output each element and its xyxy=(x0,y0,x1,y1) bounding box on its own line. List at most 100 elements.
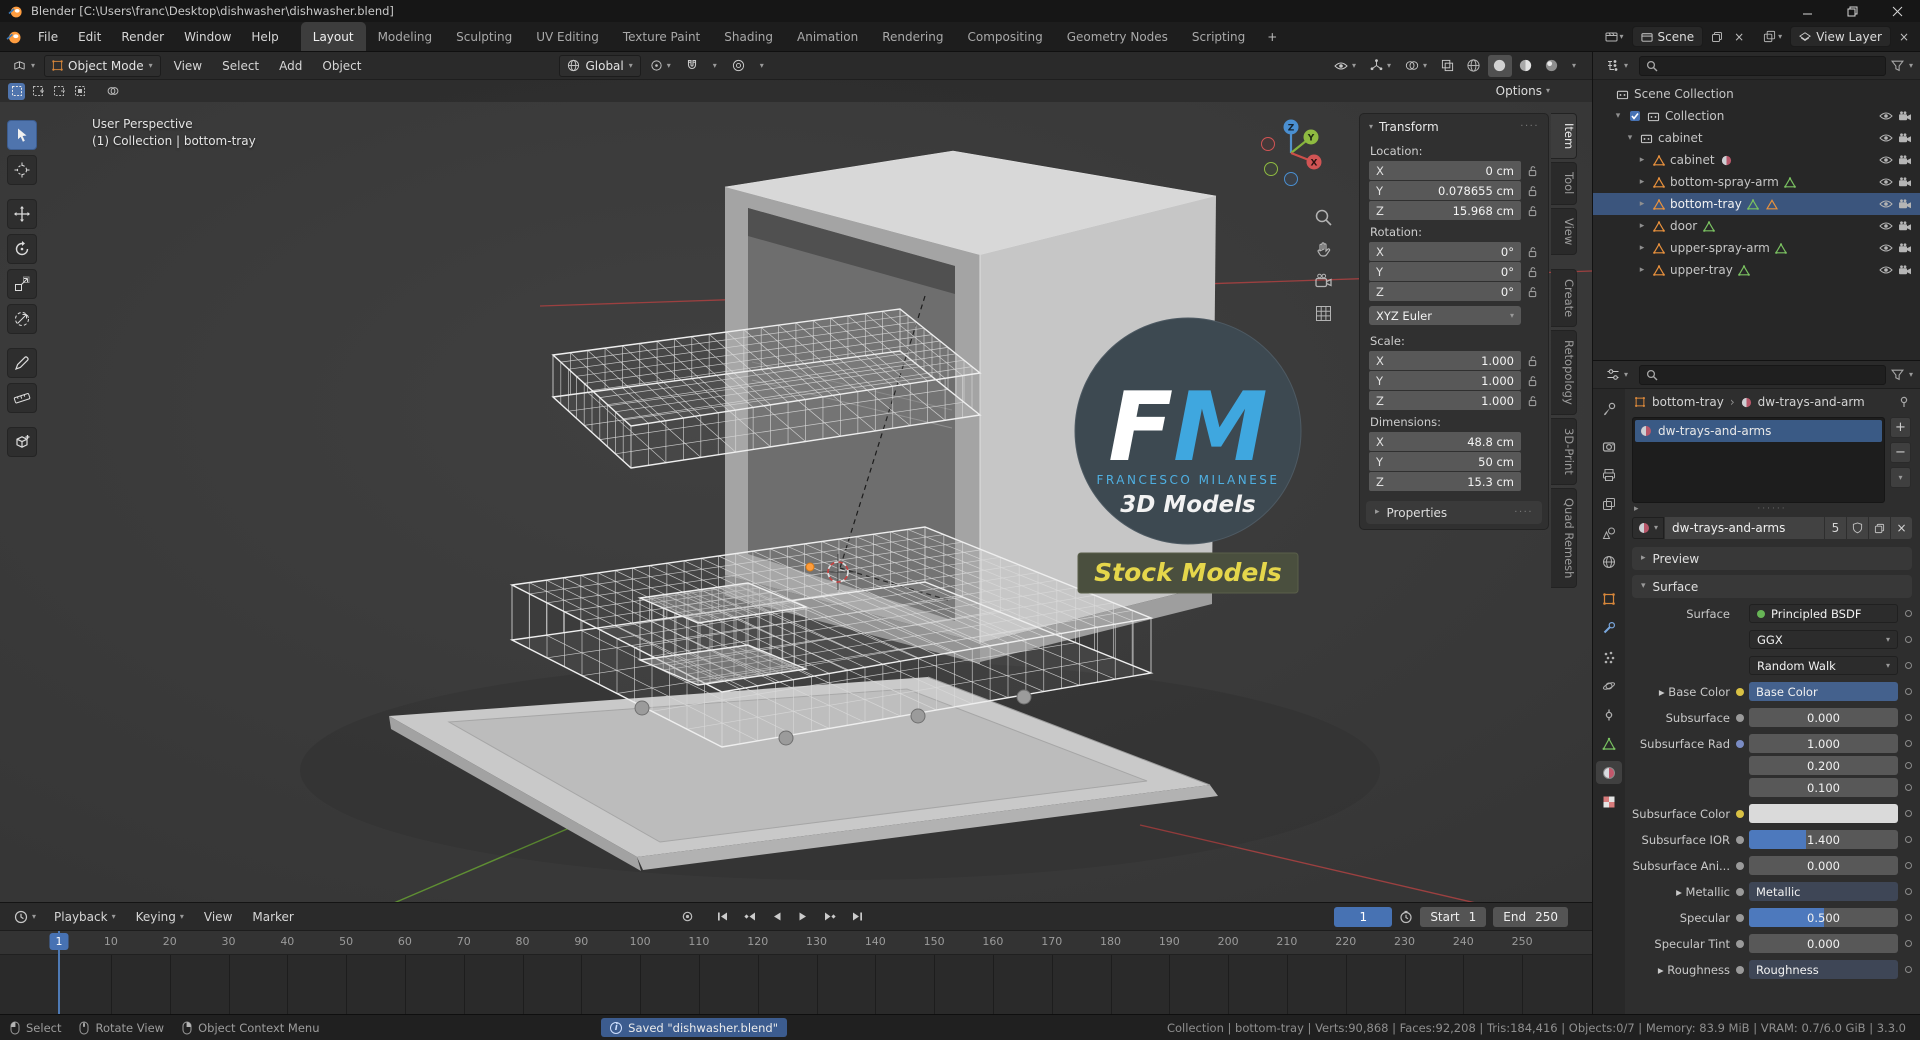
prop-dropdown[interactable]: GGX ▾ xyxy=(1749,630,1898,649)
dimension-number-field[interactable]: Z 15.3 cm xyxy=(1369,472,1521,491)
tool-select-box[interactable] xyxy=(7,120,37,150)
viewport-canvas[interactable]: FM FRANCESCO MILANESE 3D Models Stock Mo… xyxy=(0,80,1592,902)
prop-number-field[interactable]: 1.000 xyxy=(1749,734,1898,753)
play-reverse-button[interactable] xyxy=(765,907,789,927)
timeline-menu-item[interactable]: Marker▾ xyxy=(242,903,303,930)
fake-user-shield-icon[interactable] xyxy=(1847,517,1868,539)
prop-number-field[interactable]: 0.100 xyxy=(1749,778,1898,797)
playhead-badge[interactable]: 1 xyxy=(49,933,69,950)
filter-icon[interactable] xyxy=(1890,59,1904,72)
remove-view-layer-button[interactable]: × xyxy=(1896,30,1912,44)
sidebar-tab[interactable]: Retopology xyxy=(1551,330,1577,415)
toggle-perspective-grid-icon[interactable] xyxy=(1314,304,1333,323)
location-number-field[interactable]: Z 15.968 cm xyxy=(1369,201,1521,220)
object-data-tab-icon[interactable] xyxy=(1596,732,1622,755)
browse-scene-button[interactable]: ▾ xyxy=(1602,30,1627,43)
disable-in-renders-icon[interactable] xyxy=(1897,242,1912,254)
animate-dot[interactable] xyxy=(1905,966,1912,973)
workspace-tab[interactable]: Animation xyxy=(785,22,870,51)
workspace-tab[interactable]: Layout xyxy=(300,22,366,51)
dimension-number-field[interactable]: Y 50 cm xyxy=(1369,452,1521,471)
restore-button[interactable] xyxy=(1830,0,1875,22)
view-layer-selector[interactable]: View Layer xyxy=(1790,26,1891,47)
sidebar-tab[interactable]: Create xyxy=(1551,268,1577,328)
animate-dot[interactable] xyxy=(1905,610,1912,617)
rotation-mode-dropdown[interactable]: XYZ Euler ▾ xyxy=(1369,306,1521,325)
close-button[interactable] xyxy=(1875,0,1920,22)
rotation-number-field[interactable]: Z 0° xyxy=(1369,282,1521,301)
frame-start-field[interactable]: Start 1 xyxy=(1420,906,1487,927)
prop-number-field[interactable]: 0.200 xyxy=(1749,756,1898,775)
outliner-row[interactable]: ▸ bottom-tray xyxy=(1593,193,1920,215)
properties-panel-collapsed[interactable]: ▸ Properties ···· xyxy=(1366,501,1542,524)
scale-number-field[interactable]: Z 1.000 xyxy=(1369,391,1521,410)
slot-list-grip[interactable]: ▸ ······ xyxy=(1632,503,1912,515)
pan-hand-icon[interactable] xyxy=(1314,240,1333,259)
hide-in-viewport-icon[interactable] xyxy=(1878,221,1893,231)
location-number-field[interactable]: Y 0.078655 cm xyxy=(1369,181,1521,200)
select-mode-extend-icon[interactable] xyxy=(29,83,46,100)
outliner-editor-type-button[interactable]: ▾ xyxy=(1600,55,1634,77)
prop-slider[interactable]: 0.500 xyxy=(1749,908,1898,927)
tool-rotate[interactable] xyxy=(7,234,37,264)
camera-view-icon[interactable] xyxy=(1314,272,1333,291)
workspace-tab[interactable]: Compositing xyxy=(955,22,1054,51)
new-scene-button[interactable] xyxy=(1708,31,1726,43)
properties-options-caret[interactable]: ▾ xyxy=(1909,370,1913,379)
animate-dot[interactable] xyxy=(1905,636,1912,643)
lock-icon[interactable] xyxy=(1527,266,1538,278)
lock-icon[interactable] xyxy=(1527,395,1538,407)
workspace-tab[interactable]: Rendering xyxy=(870,22,955,51)
minimize-button[interactable] xyxy=(1785,0,1830,22)
breadcrumb-object[interactable]: bottom-tray xyxy=(1652,395,1724,409)
viewport-menu-item[interactable]: View xyxy=(164,52,212,79)
timeline-menu-item[interactable]: Keying ▾ xyxy=(126,903,194,930)
animate-dot[interactable] xyxy=(1905,862,1912,869)
animate-dot[interactable] xyxy=(1905,810,1912,817)
material-slot[interactable]: dw-trays-and-arms xyxy=(1635,420,1882,442)
unlink-scene-button[interactable]: × xyxy=(1731,30,1747,44)
texture-tab-icon[interactable] xyxy=(1596,790,1622,813)
outliner-row[interactable]: ▾ Collection xyxy=(1593,105,1920,127)
dimension-number-field[interactable]: X 48.8 cm xyxy=(1369,432,1521,451)
add-slot-button[interactable]: + xyxy=(1890,417,1911,438)
current-frame-field[interactable]: 1 xyxy=(1334,906,1393,927)
tool-measure[interactable] xyxy=(7,383,37,413)
surface-panel-header[interactable]: ▾ Surface xyxy=(1632,575,1912,598)
sidebar-tab[interactable]: 3D-Print xyxy=(1551,417,1577,485)
options-button[interactable]: Options ▾ xyxy=(1496,84,1584,98)
prop-number-field[interactable]: 0.000 xyxy=(1749,934,1898,953)
workspace-tab[interactable]: UV Editing xyxy=(524,22,611,51)
timeline-editor-type-button[interactable]: ▾ xyxy=(8,906,42,928)
prop-number-field[interactable]: 0.000 xyxy=(1749,708,1898,727)
animate-dot[interactable] xyxy=(1905,740,1912,747)
animate-dot[interactable] xyxy=(1905,662,1912,669)
jump-to-end-button[interactable] xyxy=(846,907,870,927)
hide-in-viewport-icon[interactable] xyxy=(1878,199,1893,209)
workspace-tab[interactable]: Geometry Nodes xyxy=(1055,22,1180,51)
hide-in-viewport-icon[interactable] xyxy=(1878,133,1893,143)
prop-link-field[interactable]: Metallic xyxy=(1749,882,1898,901)
mode-dropdown[interactable]: Object Mode ▾ xyxy=(44,54,161,77)
workspace-tab[interactable]: Modeling xyxy=(366,22,445,51)
tool-scale[interactable] xyxy=(7,269,37,299)
preview-range-clock-icon[interactable] xyxy=(1399,910,1413,924)
prop-link-field[interactable]: Base Color xyxy=(1749,682,1898,701)
unlink-material-button[interactable]: × xyxy=(1891,517,1912,539)
prop-dropdown[interactable]: Random Walk ▾ xyxy=(1749,656,1898,675)
shading-wireframe-button[interactable] xyxy=(1462,55,1486,77)
prop-link-field[interactable]: Roughness xyxy=(1749,960,1898,979)
remove-slot-button[interactable]: − xyxy=(1890,442,1911,463)
outliner-row[interactable]: ▸ upper-tray xyxy=(1593,259,1920,281)
rotation-number-field[interactable]: X 0° xyxy=(1369,242,1521,261)
prop-number-field[interactable]: 0.000 xyxy=(1749,856,1898,875)
constraints-tab-icon[interactable] xyxy=(1596,703,1622,726)
pin-icon[interactable] xyxy=(1898,396,1910,408)
workspace-tab[interactable]: Shading xyxy=(712,22,785,51)
navigation-gizmo[interactable]: Z Y X xyxy=(1252,114,1330,192)
tool-transform[interactable] xyxy=(7,304,37,334)
sidebar-tab[interactable]: View xyxy=(1551,207,1577,255)
browse-material-button[interactable]: ▾ xyxy=(1632,517,1665,539)
workspace-tab[interactable]: Texture Paint xyxy=(611,22,712,51)
new-material-icon[interactable] xyxy=(1869,517,1890,539)
